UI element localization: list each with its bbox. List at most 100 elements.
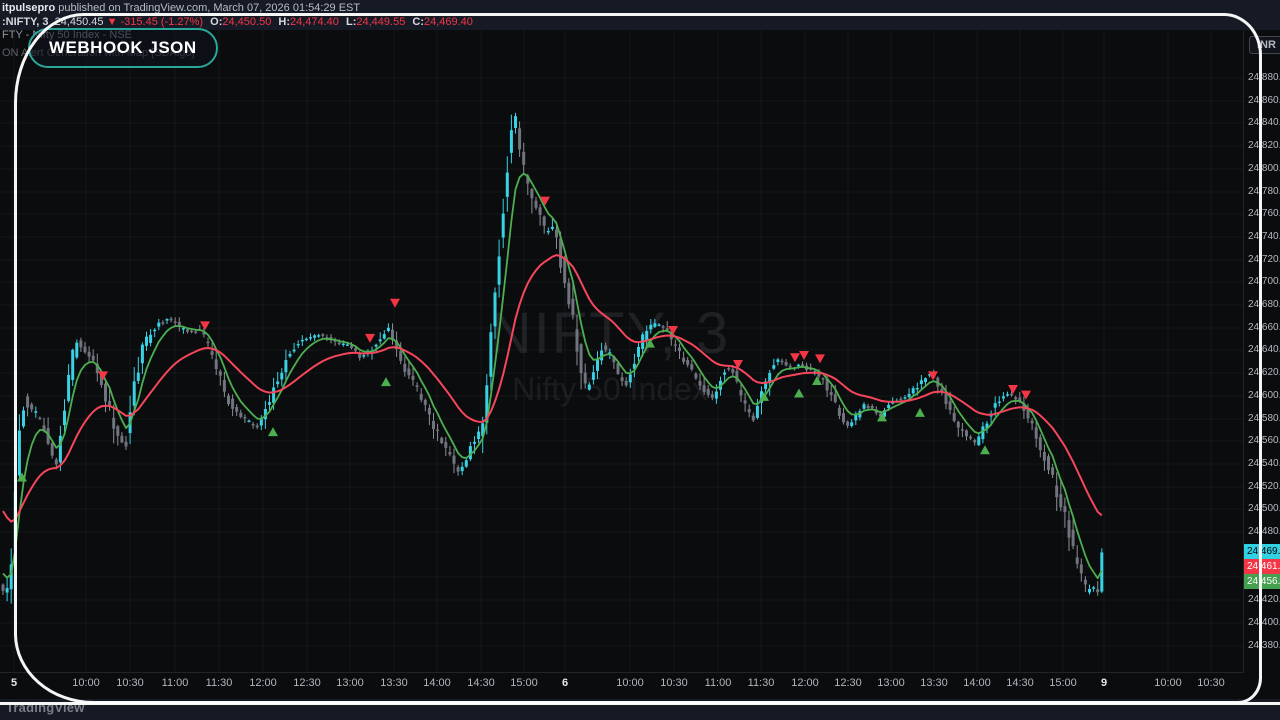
candle-body [166, 319, 169, 320]
publisher-name: itpulsepro [2, 2, 55, 14]
candle-body [219, 371, 222, 375]
candle-body [551, 227, 554, 229]
candle-body [149, 335, 152, 343]
candle-body [170, 319, 173, 321]
candle-body [662, 326, 665, 328]
candle-body [436, 430, 439, 431]
candle-body [34, 411, 37, 412]
candle-body [289, 354, 292, 356]
candle-body [1002, 396, 1005, 398]
candle-body [256, 425, 259, 427]
candle-body [908, 394, 911, 397]
candle-body [67, 375, 70, 401]
candle-body [530, 189, 533, 198]
candle-body [1055, 486, 1058, 498]
candle-body [653, 323, 656, 327]
candle-body [252, 424, 255, 425]
candle-body [461, 467, 464, 471]
candle-body [629, 374, 632, 382]
candle-body [789, 366, 792, 367]
candle-body [428, 408, 431, 415]
candle-body [555, 230, 558, 238]
candle-body [55, 459, 58, 464]
candle-body [588, 385, 591, 390]
candle-body [916, 388, 919, 389]
candle-body [79, 340, 82, 347]
candle-body [174, 322, 177, 323]
candle-body [215, 359, 218, 369]
currency-button[interactable]: INR [1249, 36, 1280, 54]
candle-body [30, 404, 33, 409]
candle-body [690, 364, 693, 369]
candle-body [1072, 530, 1075, 546]
candle-body [120, 436, 123, 443]
candle-body [243, 417, 246, 418]
snapshot-header: itpulsepro published on TradingView.com,… [0, 0, 1280, 30]
buy-marker-icon [812, 376, 822, 385]
candle-body [1035, 427, 1038, 438]
candle-body [1084, 580, 1087, 585]
candle-body [153, 330, 156, 331]
candle-body [1051, 467, 1054, 474]
candle-body [260, 419, 263, 425]
price-chart-pane[interactable] [0, 0, 1280, 720]
candle-body [116, 426, 119, 435]
candle-body [350, 346, 353, 348]
sell-marker-icon [1021, 391, 1031, 400]
candle-body [785, 362, 788, 366]
candle-body [871, 406, 874, 408]
candle-body [567, 283, 570, 305]
candle-body [297, 344, 300, 345]
candle-body [38, 418, 41, 419]
candle-body [473, 442, 476, 444]
candle-body [207, 342, 210, 343]
candle-body [383, 334, 386, 338]
candle-body [957, 422, 960, 428]
candle-body [969, 437, 972, 439]
candle-body [305, 339, 308, 340]
candle-body [518, 128, 521, 149]
tradingview-logo[interactable]: TradingView [6, 700, 85, 715]
candle-body [1039, 437, 1042, 450]
candle-body [498, 256, 501, 284]
candle-body [227, 396, 230, 405]
symbol-info-bar: :NIFTY, 3 24,450.45 ▼ -315.45 (-1.27%) O… [2, 16, 1280, 28]
candle-body [899, 399, 902, 400]
candle-body [84, 347, 87, 352]
candle-body [309, 337, 312, 338]
candle-body [18, 431, 21, 476]
candle-body [280, 373, 283, 380]
candle-body [1063, 506, 1066, 512]
candle-body [284, 360, 287, 372]
sell-marker-icon [98, 371, 108, 380]
candle-body [822, 378, 825, 379]
candle-body [440, 438, 443, 443]
candle-body [317, 335, 320, 336]
candle-body [584, 373, 587, 384]
ma-fast-line [3, 174, 1102, 579]
candle-body [293, 350, 296, 352]
candle-body [801, 364, 804, 366]
buy-marker-icon [381, 377, 391, 386]
candle-body [399, 351, 402, 361]
candle-body [88, 352, 91, 357]
candle-body [272, 387, 275, 403]
candle-body [961, 429, 964, 430]
candle-body [494, 292, 497, 326]
candle-body [2, 585, 5, 591]
candle-body [268, 402, 271, 405]
candle-body [407, 369, 410, 376]
candle-body [420, 394, 423, 400]
price-axis-separator [1243, 30, 1244, 672]
candle-body [571, 299, 574, 315]
candle-body [1047, 456, 1050, 470]
candle-body [6, 588, 9, 593]
candle-body [1068, 520, 1071, 538]
candle-body [182, 328, 185, 329]
ohlc-open: O:24,450.50 [210, 16, 271, 28]
candle-body [342, 344, 345, 345]
candle-body [375, 345, 378, 347]
buy-marker-icon [268, 427, 278, 436]
candle-body [354, 348, 357, 351]
candlestick-series [2, 113, 1104, 604]
